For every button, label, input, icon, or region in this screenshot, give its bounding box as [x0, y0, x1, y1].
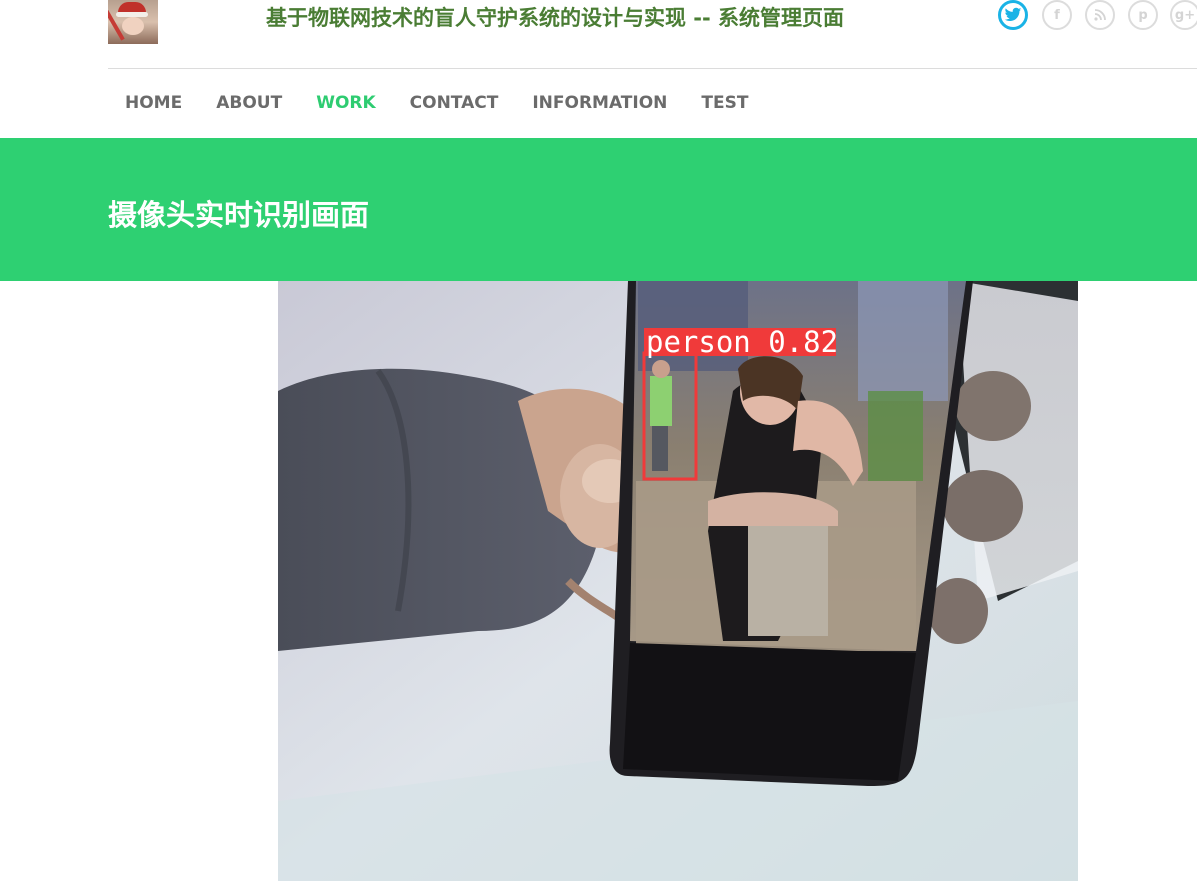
rss-glyph-icon — [1094, 9, 1106, 21]
site-logo[interactable] — [108, 0, 158, 44]
scene-plant — [868, 391, 923, 481]
main-nav: HOME ABOUT WORK CONTACT INFORMATION TEST — [125, 92, 782, 114]
scene-railing — [748, 511, 828, 636]
scene-window — [858, 281, 948, 401]
detection-label: person 0.82 — [646, 325, 838, 359]
scene-small-person-head — [652, 360, 670, 378]
nav-item-home[interactable]: HOME — [125, 92, 182, 114]
right-finger-3 — [928, 578, 988, 644]
right-finger-2 — [943, 470, 1023, 542]
pinterest-icon[interactable]: p — [1128, 0, 1158, 30]
facebook-glyph: f — [1054, 7, 1060, 23]
site-title: 基于物联网技术的盲人守护系统的设计与实现 -- 系统管理页面 — [266, 6, 845, 30]
nav-item-about[interactable]: ABOUT — [216, 92, 282, 114]
right-finger-1 — [955, 371, 1031, 441]
phone-bezel-bottom — [623, 643, 916, 781]
camera-feed: person 0.82 — [278, 281, 1078, 881]
google-plus-glyph: g+ — [1174, 7, 1196, 23]
twitter-icon[interactable] — [998, 0, 1028, 30]
nav-item-test[interactable]: TEST — [701, 92, 748, 114]
header-divider — [108, 68, 1197, 69]
scene-small-person-legs — [652, 426, 668, 471]
banner-title: 摄像头实时识别画面 — [108, 198, 370, 232]
site-header: 基于物联网技术的盲人守护系统的设计与实现 -- 系统管理页面 f p g+ HO… — [0, 0, 1197, 138]
nav-item-work[interactable]: WORK — [316, 92, 375, 114]
camera-frame-image: person 0.82 — [278, 281, 1078, 881]
background-wall — [958, 281, 1078, 601]
page: 基于物联网技术的盲人守护系统的设计与实现 -- 系统管理页面 f p g+ HO… — [0, 0, 1197, 886]
logo-face — [122, 17, 144, 35]
facebook-icon[interactable]: f — [1042, 0, 1072, 30]
nav-item-information[interactable]: INFORMATION — [532, 92, 667, 114]
google-plus-icon[interactable]: g+ — [1170, 0, 1197, 30]
pinterest-glyph: p — [1138, 7, 1148, 23]
twitter-bird-icon — [1004, 7, 1022, 21]
scene-small-person-shirt — [650, 376, 672, 426]
rss-icon[interactable] — [1085, 0, 1115, 30]
nav-item-contact[interactable]: CONTACT — [410, 92, 499, 114]
page-banner: 摄像头实时识别画面 — [0, 138, 1197, 281]
